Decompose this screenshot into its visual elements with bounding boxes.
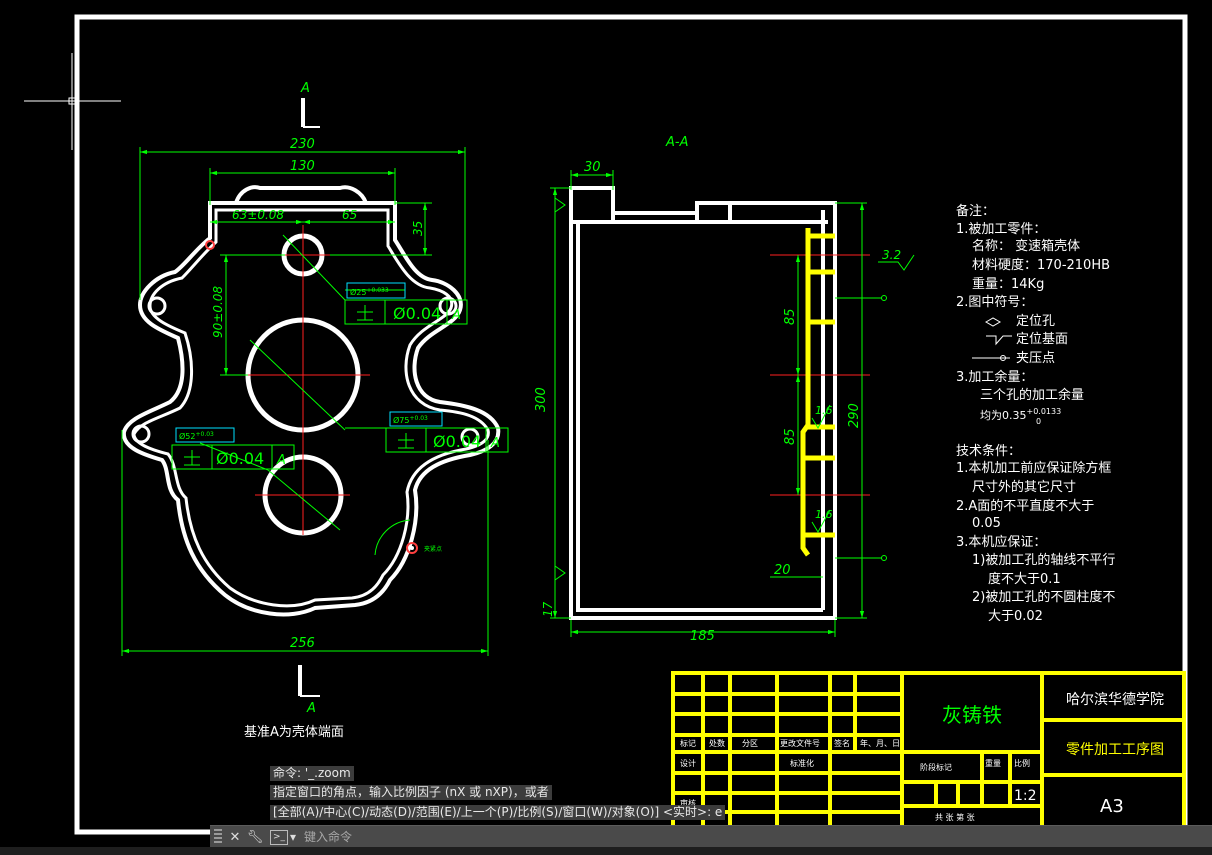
dim-20: 20 xyxy=(774,563,791,578)
dim-85-upper: 85 xyxy=(783,308,798,325)
svg-text:A: A xyxy=(276,453,286,468)
roughness-1-6-low: 1.6 xyxy=(815,508,833,521)
dim-65: 65 xyxy=(342,208,357,222)
svg-text:Ø75+0.03: Ø75+0.03 xyxy=(393,415,428,425)
command-line-bar: ✕ 🔧︎ >_ ▾ xyxy=(210,825,1212,848)
tb-h-weight: 重量 xyxy=(985,758,1001,768)
tolerance-large-hole: Ø52+0.03 Ø0.04 A xyxy=(171,427,295,470)
tech-conditions: 技术条件： 1.本机加工前应保证除方框 尺寸外的其它尺寸 2.A面的不平直度不大… xyxy=(956,443,1115,624)
drawing-border xyxy=(74,14,1188,835)
dim-230: 230 xyxy=(290,137,315,152)
wrench-icon[interactable]: 🔧︎ xyxy=(246,828,264,846)
dim-17: 17 xyxy=(541,601,555,617)
notes-weight: 重量：14Kg xyxy=(972,276,1044,292)
notes-allowance-lower: 0 xyxy=(1036,417,1041,426)
tech-line3a2: 度不大于0.1 xyxy=(988,571,1061,587)
notes-item3: 3.加工余量： xyxy=(956,369,1033,385)
svg-text:Ø0.04: Ø0.04 xyxy=(433,432,481,451)
clamp-point-icon xyxy=(972,355,1010,361)
tb-h-date: 年、月、日 xyxy=(860,738,900,748)
title-block: 标记 处数 分区 更改文件号 签名 年、月、日 设计 标准化 审核 阶段标记 重… xyxy=(671,671,1186,833)
tech-line3: 3.本机应保证： xyxy=(956,534,1046,550)
svg-text:Ø25+0.033: Ø25+0.033 xyxy=(350,287,389,297)
tech-title: 技术条件： xyxy=(956,443,1021,459)
tb-school: 哈尔滨华德学院 xyxy=(1066,692,1164,708)
notes-block: 备注： 1.被加工零件： 名称： 变速箱壳体 材料硬度：170-210HB 重量… xyxy=(956,203,1110,426)
tech-line3b: 2)被加工孔的不圆柱度不 xyxy=(972,589,1115,605)
tech-line1: 1.本机加工前应保证除方框 xyxy=(956,460,1111,476)
dim-256: 256 xyxy=(290,636,315,651)
notes-sym2: 定位基面 xyxy=(1016,332,1068,347)
status-strip xyxy=(0,847,1212,855)
command-history-line-2: 指定窗口的角点，输入比例因子 (nX 或 nXP)，或者 xyxy=(270,785,552,800)
tb-material: 灰铸铁 xyxy=(942,703,1002,727)
roughness-1-6-mid: 1.6 xyxy=(815,404,833,417)
tb-h-design: 设计 xyxy=(680,758,696,768)
notes-hardness: 材料硬度：170-210HB xyxy=(972,257,1110,273)
roughness-3-2: 3.2 xyxy=(882,248,901,262)
tech-line2: 2.A面的不平直度不大于 xyxy=(956,498,1094,514)
tb-h-zone: 分区 xyxy=(742,739,758,748)
clamp-note: 夹紧点 xyxy=(424,545,442,553)
notes-title: 备注： xyxy=(956,203,995,219)
tb-h-sign: 签名 xyxy=(834,738,850,748)
locating-hole-icon xyxy=(984,317,1002,327)
dim-85-lower: 85 xyxy=(783,428,798,445)
section-title: A-A xyxy=(665,135,688,150)
dim-35: 35 xyxy=(411,221,425,236)
tb-h-sheets: 共 张 第 张 xyxy=(935,812,975,822)
notes-item2: 2.图中符号： xyxy=(956,294,1033,310)
notes-allowance: 三个孔的加工余量 xyxy=(980,387,1084,403)
dim-90: 90±0.08 xyxy=(211,286,225,338)
tb-h-count: 处数 xyxy=(709,738,725,748)
command-prompt-button[interactable]: >_ ▾ xyxy=(270,829,297,845)
tolerance-small-hole: Ø25+0.033 Ø0.04 A xyxy=(344,282,468,325)
dim-30: 30 xyxy=(584,160,601,175)
command-history-line-3: [全部(A)/中心(C)/动态(D)/范围(E)/上一个(P)/比例(S)/窗口… xyxy=(270,805,726,820)
svg-text:A: A xyxy=(490,436,500,451)
section-view: A-A 30 300 290 85 85 20 17 185 3.2 1.6 1… xyxy=(534,135,915,644)
datum-note: 基准A为壳体端面 xyxy=(244,725,344,740)
dim-300: 300 xyxy=(534,387,549,412)
notes-name: 名称： 变速箱壳体 xyxy=(972,238,1080,254)
svg-text:Ø52+0.03: Ø52+0.03 xyxy=(179,431,214,441)
close-icon[interactable]: ✕ xyxy=(226,828,244,846)
chevron-down-icon: ▾ xyxy=(290,830,297,844)
notes-sym1: 定位孔 xyxy=(1016,314,1055,329)
front-view: A A 230 130 63±0.08 65 35 90±0.08 256 Ø2… xyxy=(121,81,509,716)
dim-63: 63±0.08 xyxy=(232,208,284,222)
tech-line3b2: 大于0.02 xyxy=(988,609,1043,624)
notes-sym3: 夹压点 xyxy=(1016,351,1055,366)
dim-130: 130 xyxy=(290,159,315,174)
command-history-line-1: 命令: '_.zoom xyxy=(270,766,354,781)
section-letter-bottom: A xyxy=(306,701,316,716)
tb-scale: 1:2 xyxy=(1014,788,1037,804)
dim-290: 290 xyxy=(847,403,862,428)
command-input[interactable] xyxy=(302,829,1007,845)
prompt-icon: >_ xyxy=(270,829,288,845)
tb-h-std: 标准化 xyxy=(790,758,814,768)
svg-text:A: A xyxy=(451,308,461,323)
notes-item1: 1.被加工零件： xyxy=(956,222,1046,237)
tech-line3a: 1)被加工孔的轴线不平行 xyxy=(972,552,1115,568)
tb-drawing-name: 零件加工工序图 xyxy=(1066,742,1164,758)
svg-text:Ø0.04: Ø0.04 xyxy=(393,304,441,323)
notes-allowance-value: 均为0.35+0.0133 xyxy=(980,407,1061,422)
symbol-icons xyxy=(972,317,1012,361)
tech-line1b: 尺寸外的其它尺寸 xyxy=(972,479,1076,495)
tech-line2b: 0.05 xyxy=(972,516,1001,531)
tb-h-stage: 阶段标记 xyxy=(920,762,952,772)
tb-size: A3 xyxy=(1100,796,1124,817)
tb-h-ratio: 比例 xyxy=(1014,758,1030,768)
tb-h-doc: 更改文件号 xyxy=(780,738,820,748)
drag-handle-icon[interactable] xyxy=(214,829,222,845)
locating-surface-icon xyxy=(986,335,1012,346)
svg-text:Ø0.04: Ø0.04 xyxy=(216,449,264,468)
machined-faces xyxy=(800,228,835,557)
dim-185: 185 xyxy=(690,629,715,644)
crosshair-cursor xyxy=(24,53,121,150)
cad-drawing-canvas[interactable]: A A 230 130 63±0.08 65 35 90±0.08 256 Ø2… xyxy=(0,0,1212,855)
section-letter-top: A xyxy=(300,81,310,96)
tb-h-mark: 标记 xyxy=(680,738,696,748)
